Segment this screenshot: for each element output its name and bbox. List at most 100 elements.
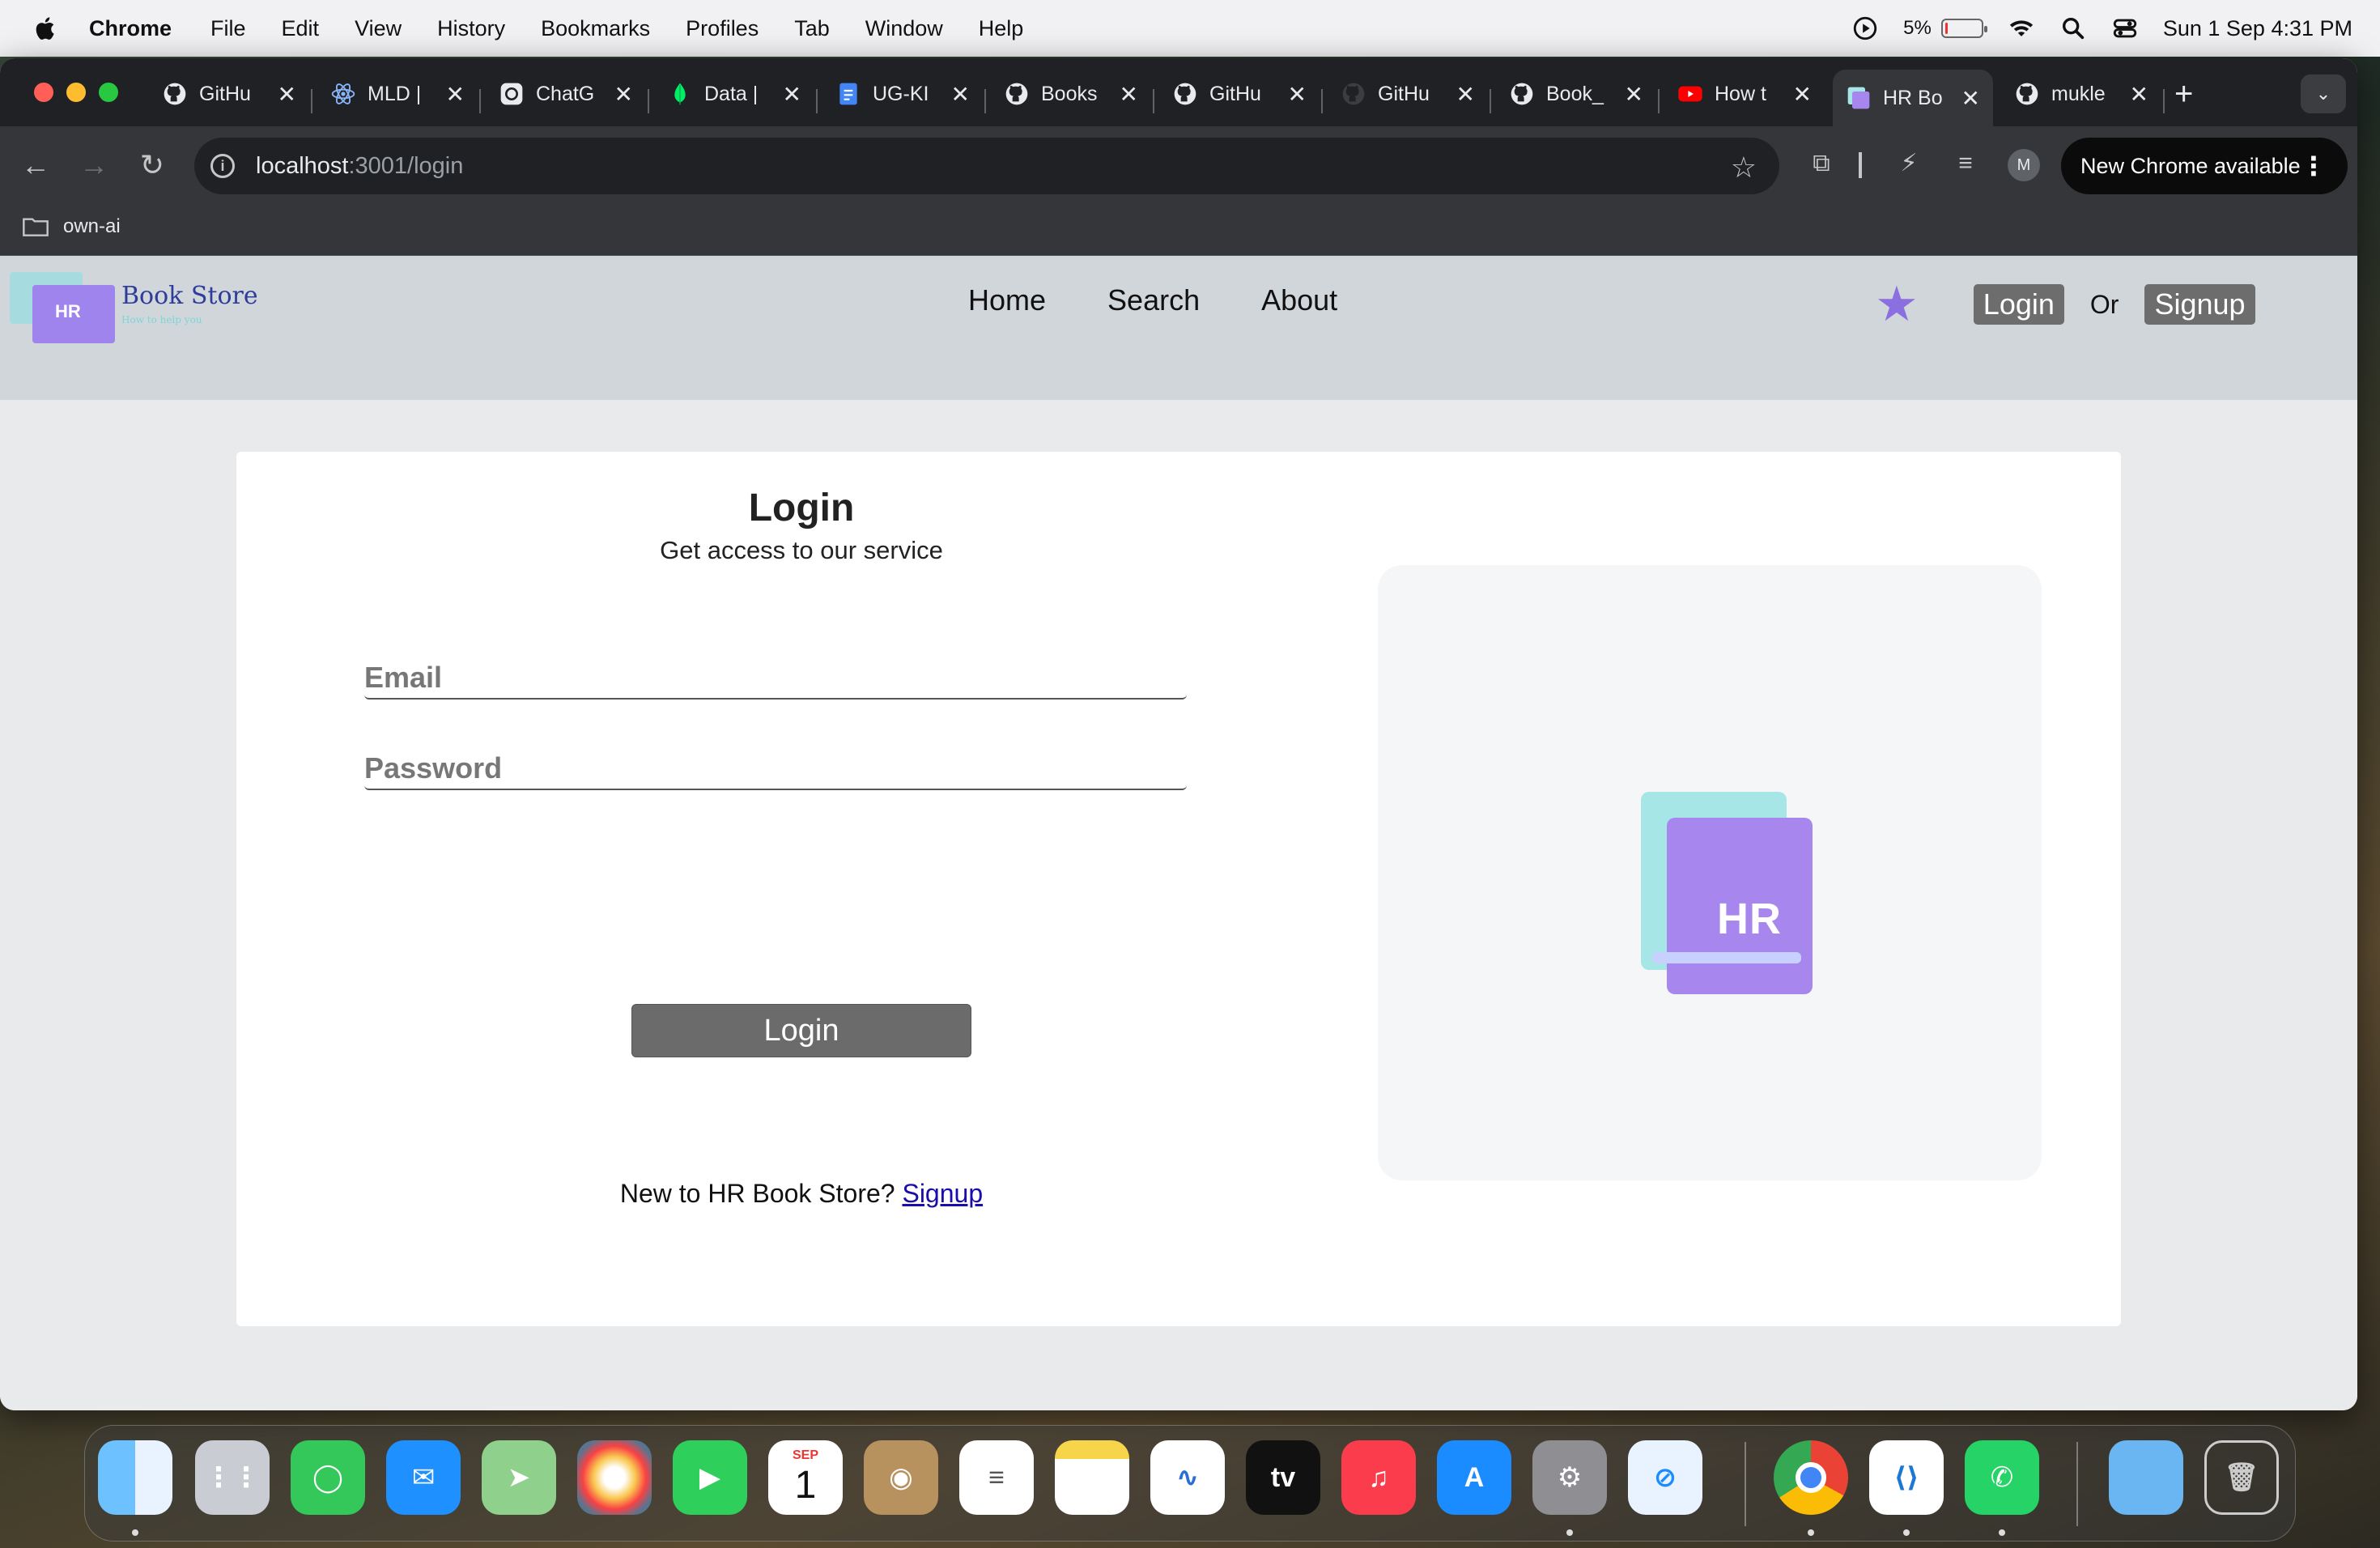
dock-downloads-folder-icon[interactable] (2109, 1440, 2183, 1515)
site-logo[interactable]: HR Book Store How to help you (10, 267, 334, 389)
login-submit-button[interactable]: Login (631, 1004, 971, 1057)
dock-facetime-icon[interactable]: ▶ (673, 1440, 747, 1515)
site-info-icon[interactable]: i (210, 154, 235, 178)
browser-tab[interactable]: Books ✕ (991, 70, 1151, 118)
browser-tab[interactable]: mukle ✕ (2001, 70, 2161, 118)
tab-close-icon[interactable]: ✕ (1961, 85, 1980, 112)
menu-app-name[interactable]: Chrome (89, 16, 172, 41)
browser-tab[interactable]: Data | ✕ (654, 70, 814, 118)
menu-window[interactable]: Window (865, 16, 943, 41)
dock-whatsapp-icon[interactable]: ✆ (1965, 1440, 2039, 1515)
favorites-star-icon[interactable]: ★ (1875, 280, 1919, 329)
new-tab-plus-icon[interactable]: + (2174, 76, 2193, 113)
extensions-puzzle-icon[interactable]: ⧉ (1805, 147, 1838, 180)
dock-music-icon[interactable]: ♫ (1341, 1440, 1416, 1515)
browser-tab-active[interactable]: HR Bo ✕ (1833, 70, 1993, 126)
signup-link[interactable]: Signup (902, 1179, 983, 1208)
nav-signup-button[interactable]: Signup (2144, 283, 2255, 325)
reading-list-icon[interactable]: ≡ (1949, 147, 1982, 180)
tab-separator (479, 89, 481, 113)
tab-close-icon[interactable]: ✕ (1793, 81, 1812, 108)
dock-system-settings-icon[interactable]: ⚙ (1532, 1440, 1607, 1515)
page-viewport: HR Book Store How to help you Home Searc… (0, 256, 2357, 1410)
dock-safari-icon[interactable]: ⊘ (1628, 1440, 1702, 1515)
dock-vscode-icon[interactable]: ⟨⟩ (1869, 1440, 1944, 1515)
spotlight-search-icon[interactable] (2059, 15, 2087, 42)
tab-close-icon[interactable]: ✕ (1288, 81, 1307, 108)
tab-close-icon[interactable]: ✕ (278, 81, 296, 108)
tab-close-icon[interactable]: ✕ (614, 81, 633, 108)
tab-close-icon[interactable]: ✕ (1456, 81, 1475, 108)
dock-freeform-icon[interactable]: ∿ (1150, 1440, 1225, 1515)
menu-edit[interactable]: Edit (282, 16, 320, 41)
reload-icon[interactable]: ↻ (134, 147, 170, 183)
tab-close-icon[interactable]: ✕ (783, 81, 801, 108)
browser-tab[interactable]: GitHu ✕ (149, 70, 309, 118)
dock-maps-icon[interactable]: ➤ (482, 1440, 556, 1515)
dock-messages-icon[interactable]: ◯ (291, 1440, 365, 1515)
browser-tab[interactable]: How t ✕ (1664, 70, 1825, 118)
dock-reminders-icon[interactable]: ≡ (959, 1440, 1034, 1515)
menubar-clock[interactable]: Sun 1 Sep 4:31 PM (2163, 16, 2352, 41)
browser-tab[interactable]: GitHu ✕ (1159, 70, 1320, 118)
bookmark-folder-own-ai[interactable]: own-ai (23, 215, 121, 238)
password-input[interactable] (364, 748, 1187, 789)
menu-help[interactable]: Help (979, 16, 1024, 41)
menu-view[interactable]: View (355, 16, 402, 41)
control-center-icon[interactable] (2111, 15, 2139, 42)
dock-photos-icon[interactable] (577, 1440, 652, 1515)
tab-close-icon[interactable]: ✕ (1120, 81, 1138, 108)
window-close-button[interactable] (34, 83, 53, 102)
menu-bookmarks[interactable]: Bookmarks (541, 16, 650, 41)
menu-file[interactable]: File (210, 16, 246, 41)
chrome-window: GitHu ✕ MLD | ✕ ChatG ✕ Data | ✕ UG-KI ✕ (0, 58, 2357, 1410)
browser-tab[interactable]: Book_ ✕ (1496, 70, 1656, 118)
battery-status[interactable]: 5% (1903, 17, 1987, 40)
tab-close-icon[interactable]: ✕ (951, 81, 970, 108)
tab-close-icon[interactable]: ✕ (446, 81, 465, 108)
address-bar[interactable]: i localhost:3001/login ☆ (194, 138, 1779, 194)
back-arrow-icon[interactable]: ← (18, 147, 53, 183)
menu-history[interactable]: History (437, 16, 505, 41)
browser-tab[interactable]: ChatG ✕ (486, 70, 646, 118)
calendar-month: SEP (792, 1448, 818, 1462)
tab-close-icon[interactable]: ✕ (1625, 81, 1643, 108)
tab-separator (1658, 89, 1660, 113)
profile-avatar[interactable]: M (2008, 149, 2040, 181)
browser-tab[interactable]: GitHu ✕ (1328, 70, 1488, 118)
more-vert-icon[interactable]: ⋮ (2301, 151, 2327, 181)
window-minimize-button[interactable] (66, 83, 86, 102)
tab-close-icon[interactable]: ✕ (2130, 81, 2148, 108)
dock-finder-icon[interactable] (98, 1440, 172, 1515)
dock-tv-icon[interactable]: tv (1246, 1440, 1320, 1515)
dock-calendar-icon[interactable]: SEP 1 (768, 1440, 843, 1515)
wifi-icon[interactable] (2008, 15, 2035, 42)
nav-link-home[interactable]: Home (968, 286, 1046, 315)
window-zoom-button[interactable] (99, 83, 118, 102)
dock-trash-icon[interactable]: 🗑 (2204, 1440, 2279, 1515)
apple-menu-icon[interactable] (32, 15, 60, 42)
nav-link-search[interactable]: Search (1107, 286, 1200, 315)
tab-search-chevron-icon[interactable]: ⌄ (2301, 74, 2346, 113)
dock-chrome-icon[interactable] (1774, 1440, 1848, 1515)
forward-arrow-icon[interactable]: → (76, 147, 112, 183)
tab-separator (816, 89, 818, 113)
email-input[interactable] (364, 657, 1187, 698)
new-chrome-available-button[interactable]: New Chrome available ⋮ (2061, 138, 2348, 194)
url-host: localhost (256, 152, 349, 179)
dock-launchpad-icon[interactable]: ⋮⋮ (195, 1440, 270, 1515)
dock-notes-icon[interactable] (1055, 1440, 1129, 1515)
play-circle-icon[interactable] (1851, 15, 1879, 42)
nav-link-about[interactable]: About (1261, 286, 1337, 315)
nav-login-button[interactable]: Login (1973, 283, 2064, 325)
dock-app-store-icon[interactable]: A (1437, 1440, 1511, 1515)
login-title: Login (748, 487, 855, 529)
browser-tab[interactable]: UG-KI ✕ (822, 70, 983, 118)
bookmark-star-icon[interactable]: ☆ (1731, 151, 1757, 185)
dock-contacts-icon[interactable]: ◉ (864, 1440, 938, 1515)
dock-mail-icon[interactable]: ✉ (386, 1440, 461, 1515)
menu-tab[interactable]: Tab (794, 16, 830, 41)
menu-profiles[interactable]: Profiles (686, 16, 759, 41)
performance-icon[interactable]: ⚡ (1893, 147, 1925, 180)
browser-tab[interactable]: MLD | ✕ (317, 70, 478, 118)
